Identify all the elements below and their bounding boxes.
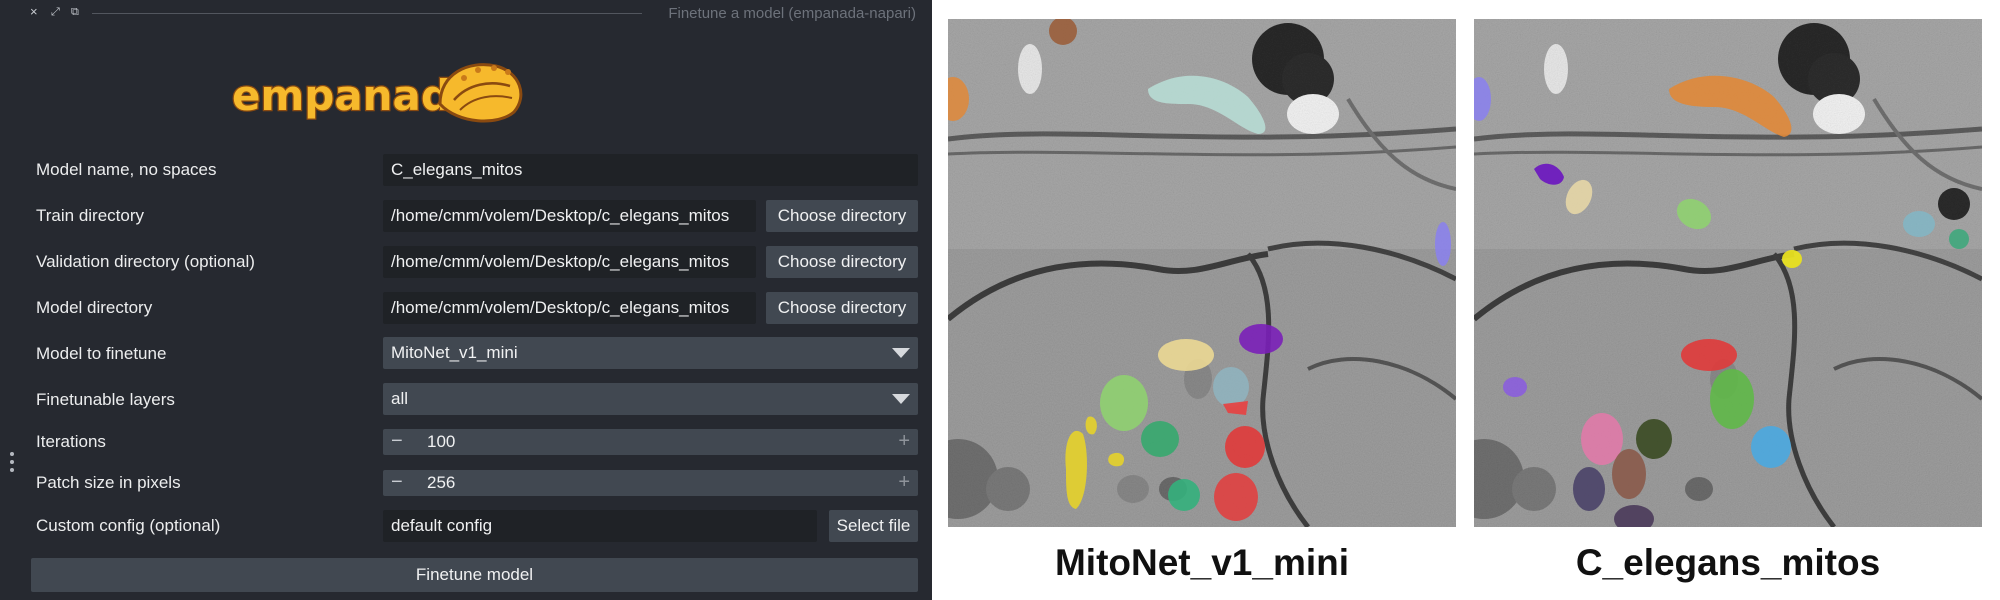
validation-directory-label: Validation directory (optional) xyxy=(36,252,255,271)
finetunable-layers-label: Finetunable layers xyxy=(36,390,175,409)
patch-size-stepper[interactable]: − 256 + xyxy=(383,470,918,496)
model-directory-label: Model directory xyxy=(36,298,153,317)
model-to-finetune-label: Model to finetune xyxy=(36,344,167,363)
dock-title-bar: × ⤢ ⧉ Finetune a model (empanada-napari) xyxy=(0,0,932,26)
model-to-finetune-select[interactable]: MitoNet_v1_mini xyxy=(383,337,918,369)
patch-size-value[interactable]: 256 xyxy=(427,470,455,496)
model-name-input[interactable]: C_elegans_mitos xyxy=(383,154,918,186)
finetunable-layers-select[interactable]: all xyxy=(383,383,918,415)
float-icon[interactable]: ⤢ xyxy=(51,5,60,19)
iterations-value[interactable]: 100 xyxy=(427,429,455,455)
train-directory-input[interactable]: /home/cmm/volem/Desktop/c_elegans_mitos xyxy=(383,200,756,232)
c-elegans-caption: C_elegans_mitos xyxy=(1575,542,1881,583)
decrement-icon[interactable]: − xyxy=(391,470,403,494)
drag-handle-icon[interactable] xyxy=(9,452,15,474)
undock-icon[interactable]: ⧉ xyxy=(71,5,79,19)
window-title: Finetune a model (empanada-napari) xyxy=(668,5,916,22)
title-divider xyxy=(92,13,642,14)
validation-choose-directory-button[interactable]: Choose directory xyxy=(766,246,918,278)
close-icon[interactable]: × xyxy=(30,5,38,19)
select-file-button[interactable]: Select file xyxy=(829,510,918,542)
chevron-down-icon xyxy=(892,394,910,404)
mitonet-caption: MitoNet_v1_mini xyxy=(1054,542,1349,583)
mitonet-segmentation-image xyxy=(948,19,1456,527)
custom-config-label: Custom config (optional) xyxy=(36,516,221,535)
decrement-icon[interactable]: − xyxy=(391,429,403,453)
train-directory-label: Train directory xyxy=(36,206,145,225)
custom-config-input[interactable]: default config xyxy=(383,510,817,542)
increment-icon[interactable]: + xyxy=(898,470,910,494)
c-elegans-segmentation-image xyxy=(1474,19,1982,527)
finetune-model-button[interactable]: Finetune model xyxy=(31,558,918,592)
model-to-finetune-value: MitoNet_v1_mini xyxy=(391,343,518,362)
iterations-label: Iterations xyxy=(36,432,106,451)
validation-directory-input[interactable]: /home/cmm/volem/Desktop/c_elegans_mitos xyxy=(383,246,756,278)
increment-icon[interactable]: + xyxy=(898,429,910,453)
empanada-logo: empanada xyxy=(231,63,523,123)
iterations-stepper[interactable]: − 100 + xyxy=(383,429,918,455)
finetunable-layers-value: all xyxy=(391,389,409,408)
model-choose-directory-button[interactable]: Choose directory xyxy=(766,292,918,324)
finetune-widget-panel: × ⤢ ⧉ Finetune a model (empanada-napari)… xyxy=(0,0,932,600)
model-directory-input[interactable]: /home/cmm/volem/Desktop/c_elegans_mitos xyxy=(383,292,756,324)
model-name-label: Model name, no spaces xyxy=(36,160,217,179)
patch-size-label: Patch size in pixels xyxy=(36,473,181,492)
chevron-down-icon xyxy=(892,348,910,358)
train-choose-directory-button[interactable]: Choose directory xyxy=(766,200,918,232)
